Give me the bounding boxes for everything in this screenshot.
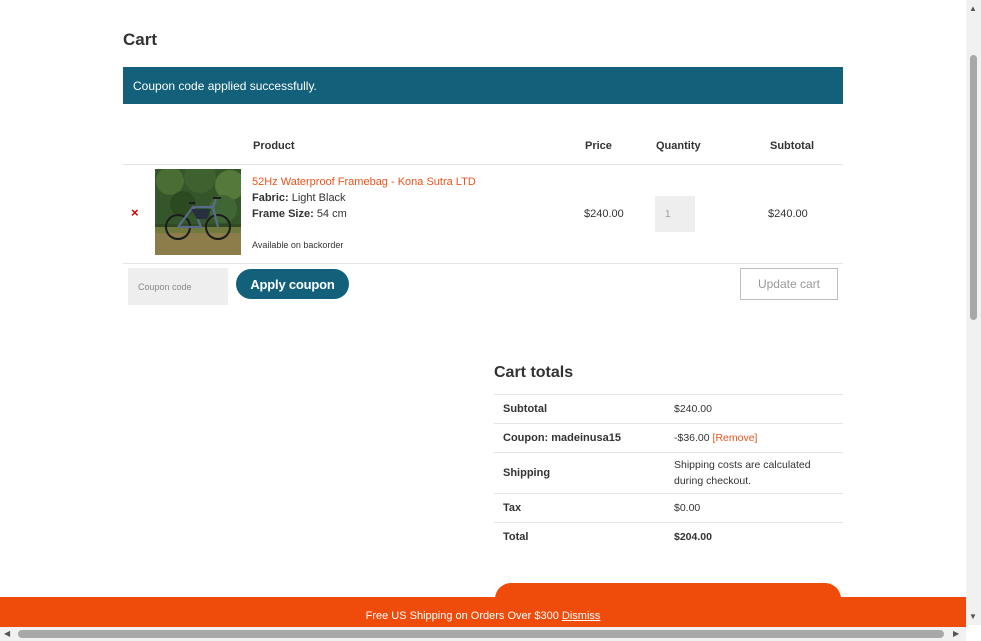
totals-tax-value: $0.00 <box>674 502 701 514</box>
frame-size-value: 54 cm <box>316 208 347 220</box>
totals-subtotal-value: $240.00 <box>674 403 712 415</box>
totals-coupon-value: -$36.00 <box>674 432 710 444</box>
product-fabric: Fabric: Light Black <box>252 192 346 204</box>
totals-shipping-label: Shipping <box>503 467 551 479</box>
totals-coupon-value-cell: -$36.00 [Remove] <box>674 430 834 446</box>
totals-shipping-value: Shipping costs are calculated during che… <box>674 459 811 487</box>
coupon-success-notice: Coupon code applied successfully. <box>123 67 843 104</box>
totals-divider <box>494 452 843 453</box>
fabric-value: Light Black <box>291 192 346 204</box>
totals-divider <box>494 394 843 395</box>
totals-divider <box>494 522 843 523</box>
coupon-code-input[interactable] <box>128 268 228 305</box>
vertical-scroll-thumb[interactable] <box>970 55 977 320</box>
remove-item-icon[interactable]: × <box>131 205 139 220</box>
availability-note: Available on backorder <box>252 240 344 250</box>
item-subtotal: $240.00 <box>768 208 808 220</box>
dismiss-link[interactable]: Dismiss <box>562 610 601 622</box>
totals-divider <box>494 493 843 494</box>
totals-total-label: Total <box>503 531 529 543</box>
promo-banner: Free US Shipping on Orders Over $300 Dis… <box>0 597 966 628</box>
header-product: Product <box>253 140 295 152</box>
table-divider <box>123 263 843 264</box>
product-thumbnail[interactable] <box>155 169 241 255</box>
item-price: $240.00 <box>584 208 624 220</box>
notice-message: Coupon code applied successfully. <box>133 79 317 93</box>
scroll-down-icon[interactable]: ▼ <box>969 612 977 621</box>
header-quantity: Quantity <box>656 140 701 152</box>
bicycle-photo-icon <box>155 169 241 255</box>
quantity-input[interactable] <box>655 196 695 232</box>
totals-subtotal-label: Subtotal <box>503 403 547 415</box>
frame-size-label: Frame Size: <box>252 208 314 220</box>
header-subtotal: Subtotal <box>770 140 814 152</box>
update-cart-button[interactable]: Update cart <box>740 268 838 300</box>
totals-coupon-label: Coupon: madeinusa15 <box>503 432 621 444</box>
table-divider <box>123 164 843 165</box>
scroll-up-icon[interactable]: ▲ <box>969 4 977 13</box>
scroll-left-icon[interactable]: ◀ <box>4 629 10 638</box>
header-price: Price <box>585 140 612 152</box>
product-frame-size: Frame Size: 54 cm <box>252 208 347 220</box>
promo-text: Free US Shipping on Orders Over $300 <box>365 610 559 622</box>
cart-totals-title: Cart totals <box>494 364 574 381</box>
scroll-right-icon[interactable]: ▶ <box>953 629 959 638</box>
fabric-label: Fabric: <box>252 192 289 204</box>
horizontal-scrollbar[interactable]: ◀ ▶ <box>0 627 966 641</box>
vertical-scrollbar[interactable]: ▲ ▼ <box>966 0 981 625</box>
remove-coupon-link[interactable]: [Remove] <box>713 432 758 444</box>
horizontal-scroll-thumb[interactable] <box>18 630 944 638</box>
page-title: Cart <box>123 30 158 49</box>
totals-total-value: $204.00 <box>674 531 712 543</box>
apply-coupon-button[interactable]: Apply coupon <box>236 269 349 299</box>
totals-divider <box>494 423 843 424</box>
totals-tax-label: Tax <box>503 502 522 514</box>
product-name-link[interactable]: 52Hz Waterproof Framebag - Kona Sutra LT… <box>252 176 476 188</box>
